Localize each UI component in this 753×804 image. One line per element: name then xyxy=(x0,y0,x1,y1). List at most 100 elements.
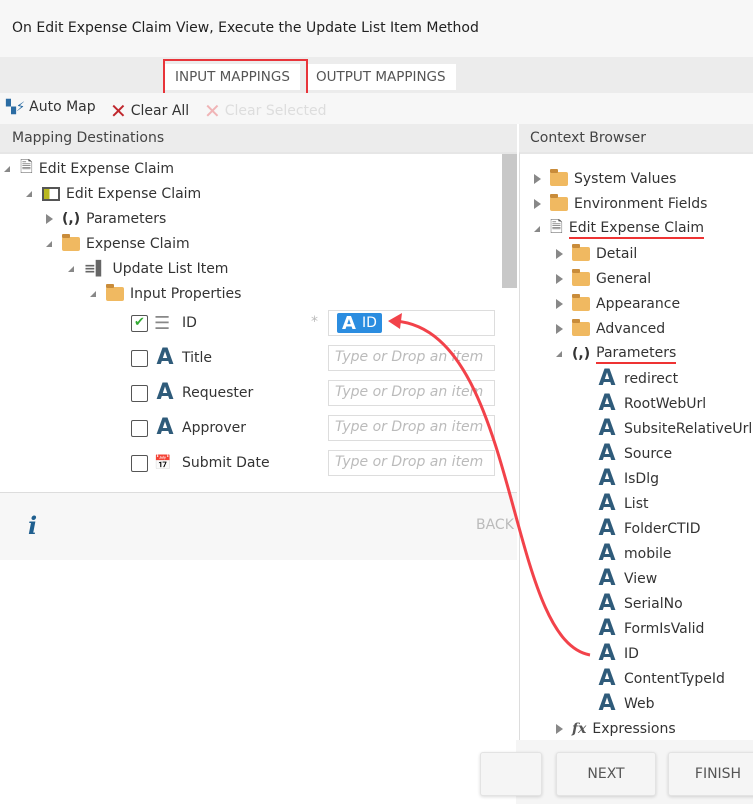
clear-selected-icon: ✕ xyxy=(204,99,221,123)
tree-node-param[interactable]: A FormIsValid xyxy=(596,618,704,640)
finish-button[interactable]: FINISH xyxy=(668,752,753,796)
tree-node-root[interactable]: 🗎 Edit Expense Claim xyxy=(4,157,175,180)
clear-selected-label: Clear Selected xyxy=(224,103,327,119)
tree-node-input-properties[interactable]: Input Properties xyxy=(90,283,241,305)
text-icon: A xyxy=(598,666,616,691)
folder-icon xyxy=(550,194,568,211)
node-label: Edit Expense Claim xyxy=(38,161,175,177)
node-label: Parameters xyxy=(596,345,677,364)
submit-date-mapping-field[interactable]: Type or Drop an item xyxy=(328,450,495,476)
dialog-title: On Edit Expense Claim View, Execute the … xyxy=(0,0,753,57)
back-button-partial[interactable] xyxy=(480,752,542,796)
mapping-destinations-header: Mapping Destinations xyxy=(0,124,517,152)
auto-map-label: Auto Map xyxy=(29,99,96,115)
tree-node-advanced[interactable]: Advanced xyxy=(556,318,665,340)
tree-node-param[interactable]: A SubsiteRelativeUrl xyxy=(596,418,752,440)
text-icon: A xyxy=(598,466,616,491)
tree-node-system-values[interactable]: System Values xyxy=(534,168,676,190)
tree-node-environment-fields[interactable]: Environment Fields xyxy=(534,193,707,215)
tree-node-expressions[interactable]: fx Expressions xyxy=(556,718,676,740)
node-label: ContentTypeId xyxy=(624,671,725,687)
tree-node-expense-claim[interactable]: Expense Claim xyxy=(46,233,190,255)
tree-node-param[interactable]: A Web xyxy=(596,691,654,716)
auto-map-button[interactable]: ▚⚡ Auto Map xyxy=(6,99,96,115)
tab-output-mappings[interactable]: OUTPUT MAPPINGS xyxy=(306,64,456,90)
title-mapping-field[interactable]: Type or Drop an item xyxy=(328,345,495,371)
text-icon: A xyxy=(156,345,174,370)
text-icon: A xyxy=(598,641,616,666)
node-label: Edit Expense Claim xyxy=(66,186,202,202)
node-label: Source xyxy=(624,446,673,462)
property-label: ID xyxy=(182,315,197,331)
tree-node-param[interactable]: Aredirect xyxy=(596,368,678,390)
node-label: Environment Fields xyxy=(574,196,708,212)
clear-all-button[interactable]: ✕ Clear All xyxy=(110,99,189,123)
text-icon: A xyxy=(598,566,616,591)
tree-node-param[interactable]: A RootWebUrl xyxy=(596,393,706,415)
text-icon: A xyxy=(598,416,616,441)
tree-node-detail[interactable]: Detail xyxy=(556,243,637,265)
property-row-title: A Title xyxy=(131,347,212,369)
node-label: Update List Item xyxy=(112,261,229,277)
tree-node-param[interactable]: A ID xyxy=(596,641,638,666)
tree-node-param[interactable]: A List xyxy=(596,493,648,515)
node-label: IsDlg xyxy=(624,471,659,487)
node-label: Appearance xyxy=(596,296,681,312)
node-label: FolderCTID xyxy=(624,521,701,537)
tree-node-param[interactable]: A IsDlg xyxy=(596,468,659,490)
view-icon xyxy=(42,187,60,201)
folder-icon xyxy=(62,234,80,251)
property-checkbox[interactable] xyxy=(131,454,148,472)
text-icon: A xyxy=(598,491,616,516)
text-icon: A xyxy=(598,691,616,716)
tree-node-param[interactable]: A FolderCTID xyxy=(596,518,701,540)
tree-node-parameters[interactable]: (,) Parameters xyxy=(556,343,677,365)
tree-node-parameters[interactable]: (,) Parameters xyxy=(46,208,166,230)
function-icon: fx xyxy=(572,721,587,737)
tree-node-param[interactable]: A View xyxy=(596,568,657,590)
node-label: List xyxy=(624,496,649,512)
text-icon: A xyxy=(598,441,616,466)
tree-node-appearance[interactable]: Appearance xyxy=(556,293,680,315)
tree-node-view[interactable]: Edit Expense Claim xyxy=(26,183,201,205)
tree-node-method[interactable]: ≡▌ Update List Item xyxy=(68,258,228,280)
context-tree: System Values Environment Fields 🗎 Edit E… xyxy=(519,152,753,740)
node-label: Expressions xyxy=(592,721,676,737)
form-icon: 🗎 xyxy=(550,216,563,236)
tree-node-param[interactable]: Amobile xyxy=(596,543,671,565)
property-checkbox[interactable]: ✔ xyxy=(131,314,148,332)
property-checkbox[interactable] xyxy=(131,419,148,437)
required-star: * xyxy=(311,314,318,330)
node-label: System Values xyxy=(574,171,677,187)
clear-all-label: Clear All xyxy=(130,103,190,119)
id-mapping-field[interactable]: A ID xyxy=(328,310,495,336)
next-button[interactable]: NEXT xyxy=(556,752,656,796)
node-label: Edit Expense Claim xyxy=(568,220,705,239)
datetime-icon: 📅 xyxy=(154,455,172,471)
property-checkbox[interactable] xyxy=(131,384,148,402)
requester-mapping-field[interactable]: Type or Drop an item xyxy=(328,380,495,406)
approver-mapping-field[interactable]: Type or Drop an item xyxy=(328,415,495,441)
tree-node-edit-expense-claim[interactable]: 🗎 Edit Expense Claim xyxy=(534,216,705,240)
scrollbar-thumb[interactable] xyxy=(502,154,517,288)
tab-highlight xyxy=(163,59,308,95)
toolbar: ▚⚡ Auto Map ✕ Clear All ✕ Clear Selected xyxy=(0,93,753,124)
text-icon: A xyxy=(598,616,616,641)
property-checkbox[interactable] xyxy=(131,349,148,367)
tree-node-param[interactable]: A SerialNo xyxy=(596,593,682,615)
mapped-chip[interactable]: A ID xyxy=(337,313,382,334)
folder-icon xyxy=(572,269,590,286)
method-icon: ≡▌ xyxy=(84,261,107,277)
tree-node-param[interactable]: A Source xyxy=(596,443,672,465)
info-icon[interactable]: i xyxy=(28,511,37,540)
back-button[interactable]: BACK xyxy=(476,517,514,533)
clear-selected-button[interactable]: ✕ Clear Selected xyxy=(204,99,327,123)
folder-icon xyxy=(106,284,124,301)
node-label: RootWebUrl xyxy=(624,396,707,412)
auto-map-icon: ▚⚡ xyxy=(6,99,26,115)
tree-node-general[interactable]: General xyxy=(556,268,651,290)
text-icon: A xyxy=(598,541,616,566)
node-label: Detail xyxy=(596,246,638,262)
tree-node-param[interactable]: A ContentTypeId xyxy=(596,666,725,691)
node-label: Input Properties xyxy=(130,286,242,302)
